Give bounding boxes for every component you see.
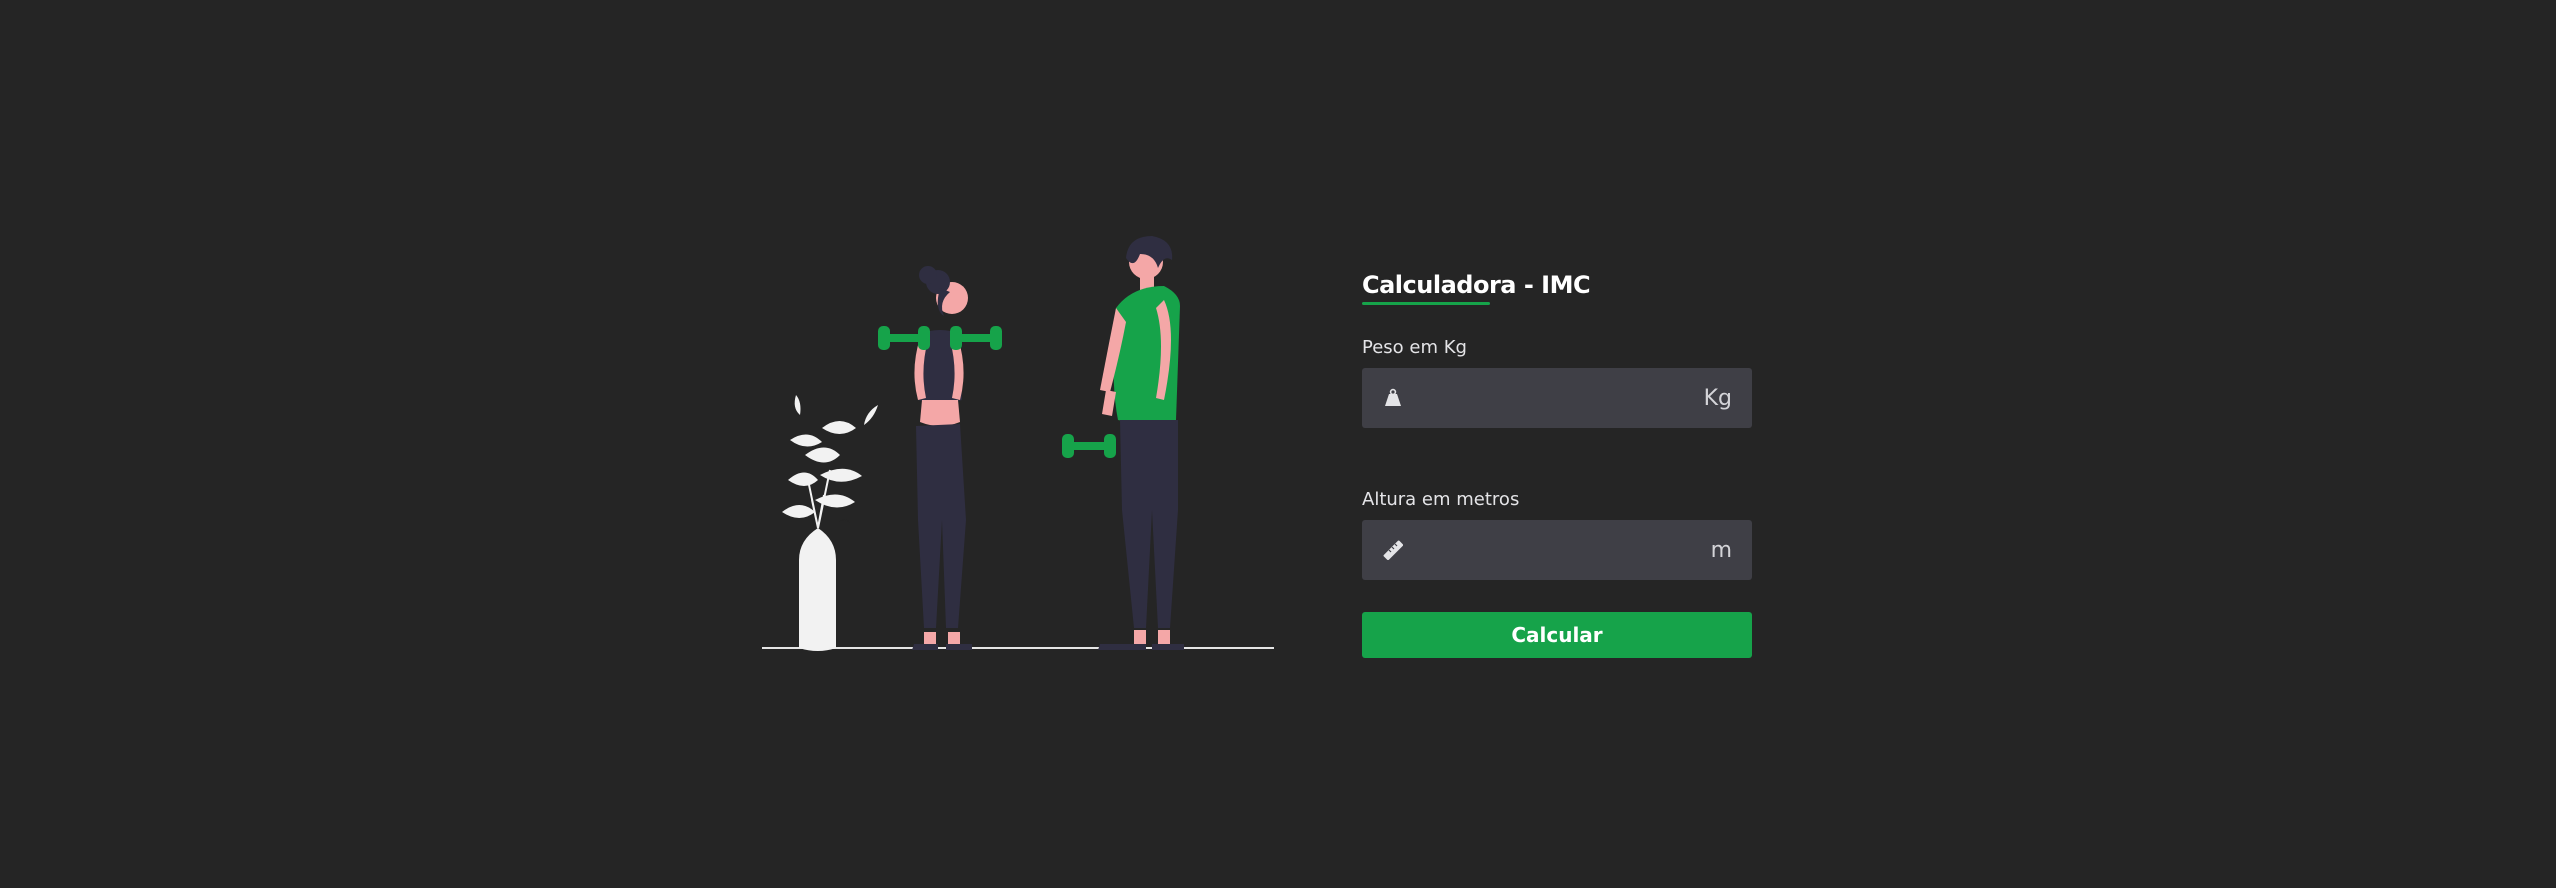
- title-wrapper: Calculadora - IMC: [1362, 268, 1591, 305]
- page-title: Calculadora - IMC: [1362, 271, 1591, 299]
- woman-figure: [912, 266, 972, 650]
- height-label: Altura em metros: [1362, 489, 1520, 510]
- weight-input-box[interactable]: Kg: [1362, 368, 1752, 428]
- height-input[interactable]: [1404, 520, 1711, 580]
- height-input-box[interactable]: m: [1362, 520, 1752, 580]
- dumbbell-icon: [1062, 434, 1116, 458]
- weight-icon: [1382, 387, 1404, 409]
- calculate-button[interactable]: Calcular: [1362, 612, 1752, 658]
- height-unit: m: [1710, 537, 1732, 563]
- imc-form: Calculadora - IMC Peso em Kg Kg Altura e…: [1362, 268, 1752, 658]
- weight-label: Peso em Kg: [1362, 337, 1467, 358]
- weight-unit: Kg: [1703, 385, 1732, 411]
- plant-icon: [782, 395, 878, 651]
- ruler-icon: [1382, 539, 1404, 561]
- weight-input[interactable]: [1404, 368, 1704, 428]
- page: Calculadora - IMC Peso em Kg Kg Altura e…: [0, 0, 2556, 888]
- fitness-illustration: [760, 230, 1276, 652]
- title-underline: [1362, 302, 1490, 305]
